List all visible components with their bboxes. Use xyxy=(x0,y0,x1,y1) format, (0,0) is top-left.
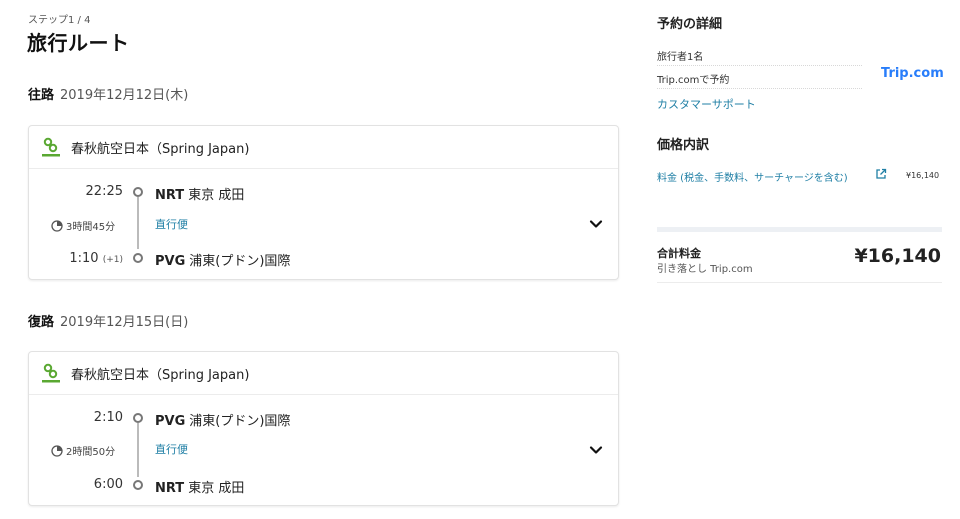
outbound-nonstop-label: 直行便 xyxy=(155,218,188,231)
inbound-date: 2019年12月15日(日) xyxy=(60,315,189,330)
outbound-card-header: 春秋航空日本（Spring Japan) xyxy=(29,126,618,169)
trip-com-logo: Trip.com xyxy=(881,66,944,81)
clock-icon xyxy=(51,444,63,457)
outbound-arrive-time: 1:10 (+1) xyxy=(69,251,123,266)
inbound-heading: 復路 2019年12月15日(日) xyxy=(28,311,188,330)
sidebar-bottom-divider xyxy=(657,282,942,283)
outbound-depart-time: 22:25 xyxy=(85,184,123,199)
outbound-flight-card[interactable]: 春秋航空日本（Spring Japan) 22:25 NRT 東京 成田 3時間4… xyxy=(28,125,619,280)
inbound-arrive-airport: NRT 東京 成田 xyxy=(155,477,244,496)
external-link-icon[interactable] xyxy=(875,168,887,180)
outbound-day-offset: (+1) xyxy=(102,255,123,265)
customer-support-link[interactable]: カスタマーサポート xyxy=(657,96,756,112)
clock-icon xyxy=(51,219,63,232)
chevron-down-icon[interactable] xyxy=(588,442,604,458)
inbound-depart-name: 浦東(プドン)国際 xyxy=(189,414,291,429)
page-title: 旅行ルート xyxy=(27,31,130,55)
inbound-arrive-name: 東京 成田 xyxy=(188,481,245,496)
step-indicator: ステップ1 / 4 xyxy=(28,15,91,26)
inbound-depart-time: 2:10 xyxy=(93,410,123,425)
inbound-depart-code: PVG xyxy=(155,414,186,429)
chevron-down-icon[interactable] xyxy=(588,216,604,232)
outbound-route-line xyxy=(137,197,139,249)
spring-japan-logo xyxy=(42,137,60,157)
outbound-depart-name: 東京 成田 xyxy=(188,188,245,203)
outbound-airline-name: 春秋航空日本（Spring Japan) xyxy=(71,141,250,157)
outbound-arrive-airport: PVG 浦東(プドン)国際 xyxy=(155,250,290,269)
outbound-heading: 往路 2019年12月12日(木) xyxy=(28,84,188,103)
outbound-depart-code: NRT xyxy=(155,188,185,203)
inbound-depart-airport: PVG 浦東(プドン)国際 xyxy=(155,410,290,429)
inbound-arrive-code: NRT xyxy=(155,481,185,496)
outbound-arrive-dot xyxy=(133,253,143,263)
inbound-nonstop-label: 直行便 xyxy=(155,443,188,456)
inbound-arrive-time: 6:00 xyxy=(93,477,123,492)
total-price-label: 合計料金 xyxy=(657,247,701,260)
price-breakdown-title: 価格内訳 xyxy=(657,138,710,153)
divider xyxy=(657,88,862,89)
travelers-count: 旅行者1名 xyxy=(657,52,704,63)
booking-details-title: 予約の詳細 xyxy=(657,17,723,32)
outbound-depart-dot xyxy=(133,187,143,197)
inbound-arrive-dot xyxy=(133,480,143,490)
outbound-label: 往路 xyxy=(28,88,55,103)
charged-by-note: 引き落とし Trip.com xyxy=(657,264,753,275)
outbound-duration: 3時間45分 xyxy=(51,218,115,233)
inbound-duration: 2時間50分 xyxy=(51,443,115,458)
divider xyxy=(657,65,862,66)
inbound-card-header: 春秋航空日本（Spring Japan) xyxy=(29,352,618,395)
spring-japan-logo xyxy=(42,363,60,383)
inbound-label: 復路 xyxy=(28,315,55,330)
inbound-flight-card[interactable]: 春秋航空日本（Spring Japan) 2:10 PVG 浦東(プドン)国際 2… xyxy=(28,351,619,506)
outbound-depart-airport: NRT 東京 成田 xyxy=(155,184,244,203)
fee-amount: ¥16,140 xyxy=(906,171,940,180)
fee-details-link[interactable]: 料金 (税金、手数料、サーチャージを含む) xyxy=(657,169,848,184)
inbound-airline-name: 春秋航空日本（Spring Japan) xyxy=(71,367,250,383)
outbound-date: 2019年12月12日(木) xyxy=(60,88,189,103)
outbound-arrive-name: 浦東(プドン)国際 xyxy=(189,254,291,269)
total-price-amount: ¥16,140 xyxy=(854,245,941,267)
total-divider xyxy=(657,227,942,232)
outbound-arrive-code: PVG xyxy=(155,254,186,269)
inbound-depart-dot xyxy=(133,413,143,423)
booked-via: Trip.comで予約 xyxy=(657,75,730,86)
inbound-route-line xyxy=(137,423,139,477)
